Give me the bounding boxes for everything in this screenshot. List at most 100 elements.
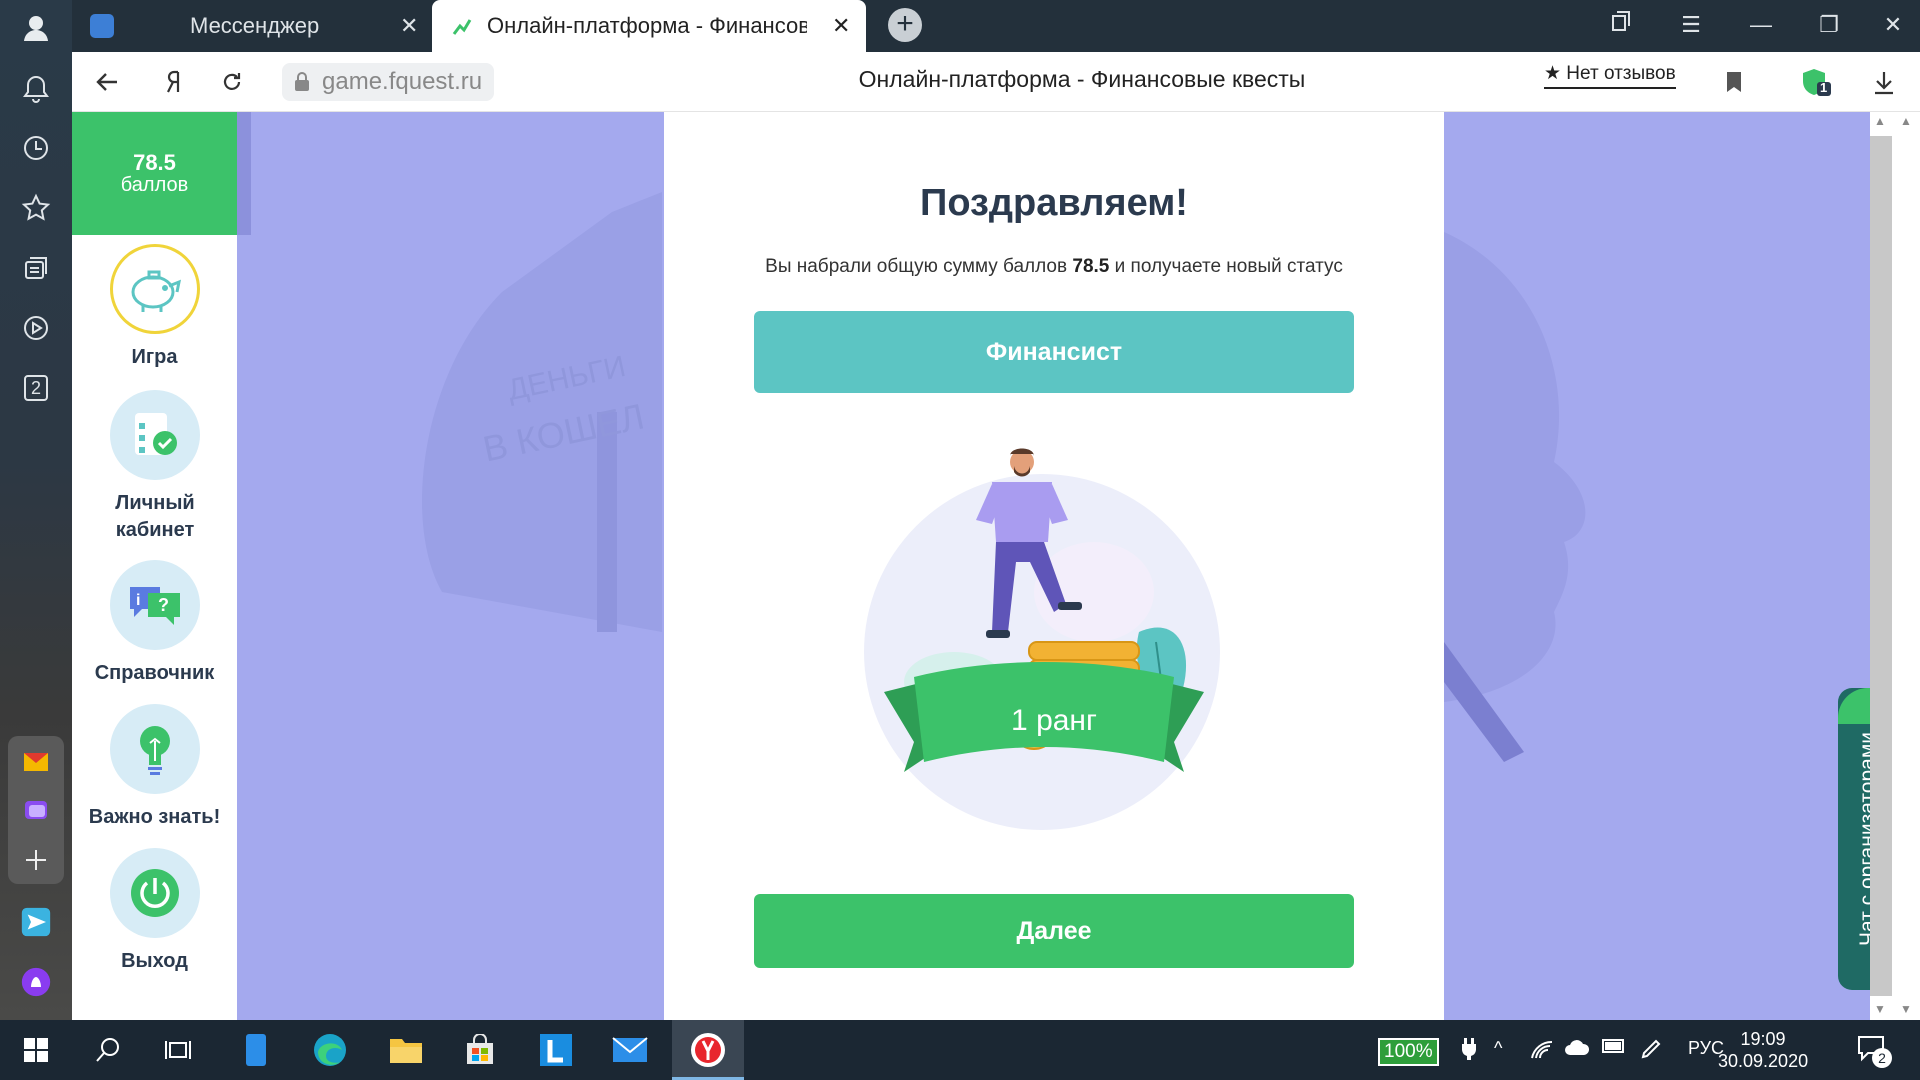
- video-play-icon[interactable]: [18, 310, 54, 346]
- protect-badge: 1: [1820, 80, 1828, 95]
- power-icon: [109, 848, 200, 938]
- bookmarks-star-icon[interactable]: [18, 190, 54, 226]
- tab-close-icon[interactable]: ✕: [400, 13, 418, 39]
- disk-app-icon[interactable]: [18, 792, 54, 828]
- modal-text: Вы набрали общую сумму баллов 78.5 и пол…: [664, 256, 1444, 278]
- piggy-bank-icon: [109, 244, 200, 334]
- page-title: Онлайн-платформа - Финансовые квесты: [858, 66, 1306, 92]
- sidebar-item-important[interactable]: Важно знать!: [72, 704, 237, 831]
- modal-title: Поздравляем!: [920, 182, 1188, 224]
- svg-text:i: i: [136, 592, 140, 609]
- tray-chevron-up-icon[interactable]: ^: [1494, 1038, 1502, 1059]
- scroll-top-arrow-icon[interactable]: ▲: [1900, 114, 1912, 128]
- battery-icon[interactable]: [1602, 1038, 1626, 1059]
- sidebar-item-label: Выход: [121, 950, 188, 972]
- l-app-icon[interactable]: [536, 1030, 576, 1070]
- collections-icon[interactable]: [18, 250, 54, 286]
- clock-date: 30.09.2020: [1718, 1051, 1809, 1071]
- sidebar-item-label: Игра: [131, 346, 178, 368]
- reload-icon[interactable]: [214, 64, 250, 100]
- messenger-app-icon[interactable]: [18, 904, 54, 940]
- checklist-icon: [109, 390, 200, 480]
- taskbar: 100% ^ РУС 19:09 30.09.2020 2: [0, 1020, 1920, 1080]
- store-bag-icon[interactable]: [460, 1030, 500, 1070]
- score-strip: [237, 112, 251, 235]
- tabs-count-icon[interactable]: 2: [18, 370, 54, 406]
- tab-title: Мессенджер: [190, 13, 320, 38]
- scroll-bottom-arrow-icon[interactable]: ▼: [1900, 1002, 1912, 1016]
- file-explorer-icon[interactable]: [386, 1030, 426, 1070]
- score-box: 78.5 баллов: [72, 112, 237, 235]
- history-clock-icon[interactable]: [18, 130, 54, 166]
- score-value: 78.5: [133, 150, 176, 175]
- sidebar-item-cabinet[interactable]: Личный кабинет: [72, 390, 237, 544]
- search-icon[interactable]: [88, 1030, 128, 1070]
- windows-start-icon[interactable]: [16, 1030, 56, 1070]
- restore-window-icon[interactable]: ❐: [1814, 10, 1844, 40]
- clock-time: 19:09: [1740, 1029, 1786, 1049]
- protect-shield-icon[interactable]: 1: [1798, 64, 1834, 100]
- wifi-icon[interactable]: [1530, 1038, 1554, 1065]
- sidebar-item-label: Справочник: [94, 662, 215, 684]
- scroll-up-arrow-icon[interactable]: ▲: [1874, 114, 1886, 128]
- url-text: game.fquest.ru: [322, 68, 483, 95]
- modal-text-before: Вы набрали общую сумму баллов: [765, 256, 1068, 277]
- background-head-silhouette-illustration: [1444, 232, 1586, 762]
- battery-indicator[interactable]: 100%: [1378, 1038, 1439, 1066]
- task-view-icon[interactable]: [158, 1030, 198, 1070]
- score-unit: баллов: [120, 174, 189, 196]
- pen-ink-icon[interactable]: [1640, 1038, 1662, 1065]
- modal-text-after: и получаете новый статус: [1114, 256, 1343, 277]
- tabs-count-badge: 2: [30, 377, 41, 398]
- svg-text:?: ?: [158, 595, 169, 615]
- minimize-window-icon[interactable]: —: [1746, 10, 1776, 40]
- yandex-browser-icon[interactable]: [688, 1030, 728, 1070]
- notifications-bell-icon[interactable]: [18, 70, 54, 106]
- mail-app-icon[interactable]: [18, 744, 54, 780]
- close-window-icon[interactable]: ✕: [1878, 10, 1908, 40]
- messenger-tab-icon: [90, 14, 114, 38]
- back-arrow-icon[interactable]: [90, 64, 126, 100]
- yandex-home-icon[interactable]: [156, 64, 192, 100]
- sidebar-item-game[interactable]: Игра: [72, 244, 237, 371]
- notifications-chat-icon[interactable]: 2: [1856, 1034, 1892, 1068]
- mail-app-icon[interactable]: [610, 1030, 650, 1070]
- tab-bar: Мессенджер ✕ Онлайн-платформа - Финансов…: [72, 0, 1920, 52]
- scroll-down-arrow-icon[interactable]: ▼: [1874, 1002, 1886, 1016]
- tab-title: Онлайн-платформа - Финансовые квесты: [487, 13, 807, 38]
- page-viewport: ДЕНЬГИ В КОШЕЛ 78.5 баллов Игра Личный к…: [72, 112, 1870, 1020]
- status-badge: Финансист: [754, 311, 1354, 393]
- bookmark-flag-icon[interactable]: [1716, 64, 1752, 100]
- sidebar-item-label: Важно знать!: [88, 806, 221, 828]
- power-plug-icon[interactable]: [1462, 1038, 1476, 1065]
- edge-browser-icon[interactable]: [310, 1030, 350, 1070]
- menu-hamburger-icon[interactable]: ☰: [1676, 10, 1706, 40]
- scroll-thumb[interactable]: [1870, 136, 1892, 996]
- reviews-link[interactable]: ★ Нет отзывов: [1544, 62, 1676, 89]
- tab-close-icon[interactable]: ✕: [832, 13, 850, 39]
- clock[interactable]: 19:09 30.09.2020: [1718, 1028, 1808, 1072]
- add-app-plus-icon[interactable]: [18, 842, 54, 878]
- phone-app-icon[interactable]: [236, 1030, 276, 1070]
- lightbulb-icon: [109, 704, 200, 794]
- browser-side-panel: 2: [0, 0, 72, 1020]
- modal-score: 78.5: [1072, 256, 1110, 277]
- lock-icon: [295, 72, 309, 91]
- site-sidebar: 78.5 баллов Игра Личный кабинет i? Справ…: [72, 112, 237, 1020]
- sidebar-item-exit[interactable]: Выход: [72, 848, 237, 975]
- onedrive-cloud-icon[interactable]: [1564, 1038, 1590, 1061]
- tab-fquest[interactable]: Онлайн-платформа - Финансовые квесты ✕: [432, 0, 866, 52]
- new-tab-button[interactable]: +: [888, 8, 922, 42]
- page-scrollbar[interactable]: ▲ ▼ ▲ ▼: [1870, 112, 1920, 1020]
- profile-icon[interactable]: [18, 10, 54, 46]
- tabs-panel-icon[interactable]: [1606, 10, 1636, 40]
- downloads-icon[interactable]: [1866, 64, 1902, 100]
- tab-messenger[interactable]: Мессенджер ✕: [72, 0, 428, 52]
- congrats-modal: Поздравляем! Вы набрали общую сумму балл…: [664, 112, 1444, 1020]
- sidebar-item-reference[interactable]: i? Справочник: [72, 560, 237, 687]
- fquest-favicon-icon: [452, 19, 472, 35]
- url-field[interactable]: game.fquest.ru: [282, 63, 495, 101]
- alice-assistant-icon[interactable]: [18, 964, 54, 1000]
- next-button[interactable]: Далее: [754, 894, 1354, 968]
- info-chat-icon: i?: [109, 560, 200, 650]
